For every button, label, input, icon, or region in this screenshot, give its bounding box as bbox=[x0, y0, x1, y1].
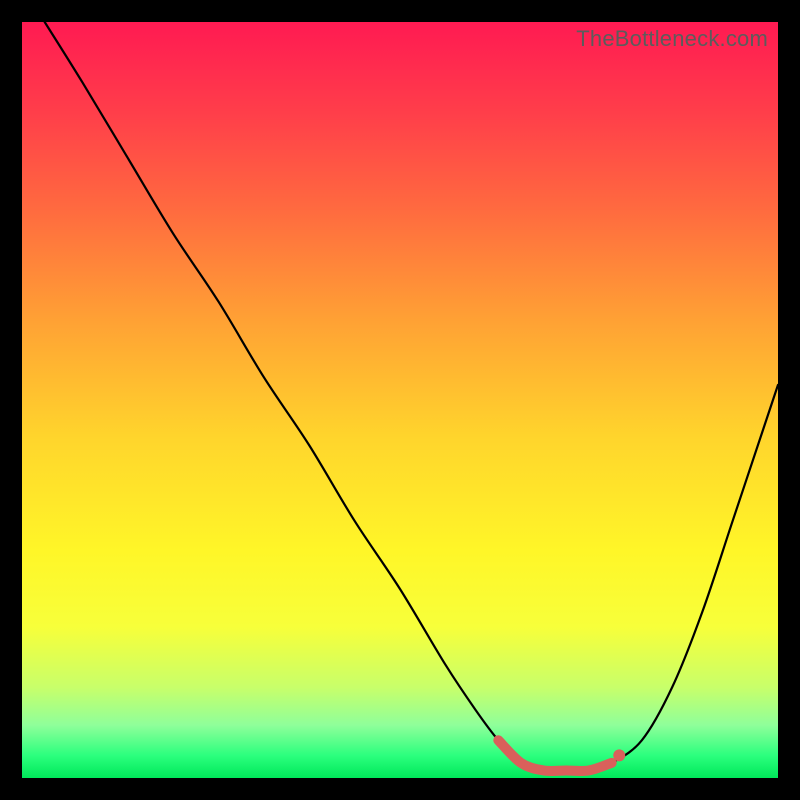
chart-svg bbox=[22, 22, 778, 778]
bottleneck-curve bbox=[45, 22, 778, 771]
chart-frame: TheBottleneck.com bbox=[0, 0, 800, 800]
optimal-end-dot bbox=[613, 749, 625, 761]
plot-area: TheBottleneck.com bbox=[22, 22, 778, 778]
optimal-range-marker bbox=[498, 740, 611, 771]
